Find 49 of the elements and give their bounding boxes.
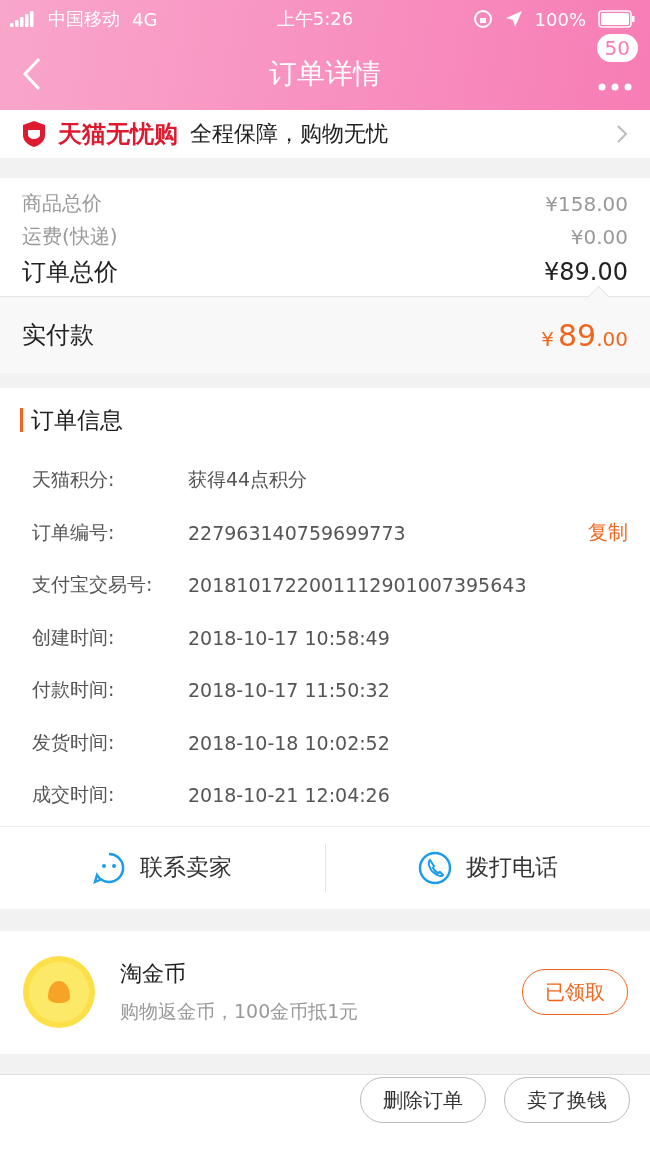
- info-label: 创建时间:: [32, 624, 116, 650]
- promo-text: 全程保障，购物无忧: [190, 120, 389, 148]
- contact-button[interactable]: 拨打电话: [324, 843, 650, 892]
- info-value: 2018-10-17 10:58:49: [188, 626, 391, 649]
- price-value: ¥89.00: [544, 258, 628, 286]
- page-title: 订单详情: [269, 56, 381, 92]
- footer-button[interactable]: 删除订单: [360, 1077, 486, 1124]
- info-label: 成交时间:: [32, 782, 116, 808]
- price-value: ¥158.00: [545, 191, 628, 216]
- footer-button[interactable]: 卖了换钱: [504, 1077, 630, 1124]
- shield-icon: [22, 120, 46, 148]
- info-label: 支付宝交易号:: [32, 572, 154, 598]
- price-label: 订单总价: [22, 257, 118, 288]
- chat-bubble-icon: [92, 850, 127, 885]
- info-label: 订单编号:: [32, 519, 116, 545]
- info-value: 2018-10-21 12:04:26: [188, 784, 391, 807]
- price-label: 商品总价: [22, 190, 102, 217]
- message-count-badge: 50: [596, 34, 638, 62]
- coin-title: 淘金币: [120, 960, 187, 988]
- info-value: 获得44点积分: [188, 467, 309, 493]
- clock-time: 上午5:26: [276, 7, 354, 31]
- signal-icon: [10, 11, 36, 27]
- phone-icon: [417, 850, 452, 885]
- info-value: 2018101722001112901007395643: [188, 574, 528, 597]
- brand-name: 天猫无忧购: [58, 119, 178, 150]
- location-arrow-icon: [504, 10, 523, 28]
- info-label: 付款时间:: [32, 677, 116, 703]
- battery-icon: [598, 10, 636, 28]
- contact-button[interactable]: 联系卖家: [0, 843, 325, 892]
- info-label: 发货时间:: [32, 729, 116, 755]
- chevron-right-icon[interactable]: [616, 124, 628, 144]
- paid-label: 实付款: [22, 320, 94, 351]
- price-label: 运费(快递): [22, 223, 118, 250]
- price-value: ¥0.00: [570, 224, 628, 249]
- network-type: 4G: [132, 8, 158, 30]
- chevron-left-icon: [22, 57, 42, 91]
- info-value: 2018-10-17 11:50:32: [188, 679, 391, 702]
- section-title: 订单信息: [20, 408, 123, 432]
- back-button[interactable]: [22, 57, 42, 91]
- battery-percent: 100%: [534, 8, 586, 30]
- more-dots-icon: [598, 83, 632, 91]
- coin-icon: [22, 955, 96, 1029]
- rotation-lock-icon: [472, 9, 493, 29]
- carrier-name: 中国移动: [48, 7, 120, 31]
- info-value: 227963140759699773: [188, 521, 407, 544]
- paid-amount: ¥89.00: [541, 317, 628, 353]
- info-label: 天猫积分:: [32, 467, 116, 493]
- info-value: 2018-10-18 10:02:52: [188, 731, 391, 754]
- coin-subtitle: 购物返金币，100金币抵1元: [120, 999, 360, 1024]
